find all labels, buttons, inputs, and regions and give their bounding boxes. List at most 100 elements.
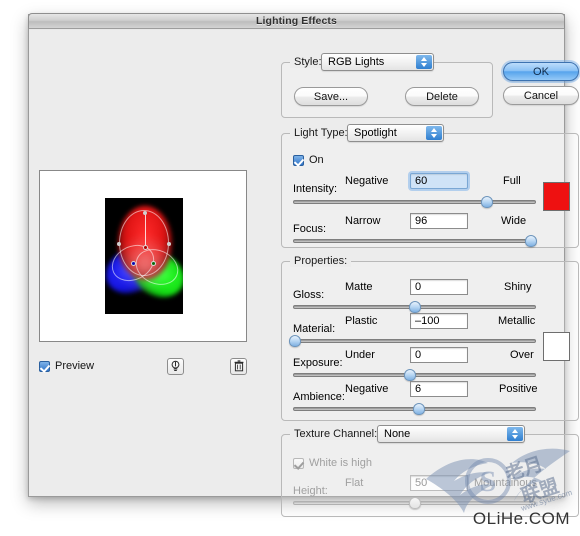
gloss-input[interactable]: 0 bbox=[410, 279, 468, 295]
dialog-title: Lighting Effects bbox=[256, 15, 337, 27]
light-on-row[interactable]: On bbox=[293, 154, 324, 166]
light-color-swatch[interactable] bbox=[543, 182, 570, 211]
chevron-updown-icon bbox=[416, 55, 432, 69]
exposure-min-label: Under bbox=[345, 349, 375, 361]
cancel-button-label: Cancel bbox=[523, 89, 559, 102]
material-slider-track bbox=[293, 339, 536, 343]
focus-label: Focus: bbox=[293, 223, 327, 235]
preview-checkbox-label: Preview bbox=[55, 360, 95, 372]
ok-button[interactable]: OK bbox=[503, 62, 579, 81]
light-type-group-legend: Light Type: bbox=[290, 127, 352, 139]
focus-value: 96 bbox=[415, 215, 428, 227]
save-style-label: Save... bbox=[313, 90, 349, 103]
green-light-handle[interactable] bbox=[151, 261, 156, 266]
trash-icon bbox=[234, 360, 243, 372]
white-is-high-row[interactable]: White is high bbox=[293, 457, 372, 469]
properties-group: Properties: Gloss: Matte 0 Shiny Materia… bbox=[281, 255, 579, 421]
gloss-slider[interactable] bbox=[293, 301, 536, 313]
intensity-slider-track bbox=[293, 200, 536, 204]
focus-min-label: Narrow bbox=[345, 215, 381, 227]
intensity-label: Intensity: bbox=[293, 183, 338, 195]
material-max-label: Metallic bbox=[498, 315, 536, 327]
height-input[interactable]: 50 bbox=[410, 475, 468, 491]
preview-frame[interactable] bbox=[39, 170, 247, 342]
height-value: 50 bbox=[415, 477, 428, 489]
exposure-label: Exposure: bbox=[293, 357, 343, 369]
red-light-direction-nub[interactable] bbox=[143, 211, 147, 215]
focus-slider-thumb[interactable] bbox=[525, 235, 538, 247]
material-color-swatch[interactable] bbox=[543, 332, 570, 361]
focus-slider[interactable] bbox=[293, 235, 538, 247]
ambience-slider[interactable] bbox=[293, 403, 536, 415]
exposure-value: 0 bbox=[415, 349, 422, 361]
red-ellipse-left-nub[interactable] bbox=[117, 242, 121, 246]
height-slider[interactable] bbox=[293, 497, 536, 509]
intensity-slider[interactable] bbox=[293, 196, 536, 208]
intensity-max-label: Full bbox=[503, 175, 521, 187]
properties-group-legend: Properties: bbox=[290, 255, 352, 267]
light-on-checkbox[interactable] bbox=[293, 154, 304, 166]
preview-controls-row: Preview bbox=[39, 357, 247, 375]
lighting-effects-dialog: Lighting Effects Preview OK Cancel Style… bbox=[28, 13, 579, 517]
height-max-label: Mountainous bbox=[474, 477, 537, 489]
ambience-input[interactable]: 6 bbox=[410, 381, 468, 397]
dialog-body: Preview OK Cancel Style: RGB Lights Save… bbox=[29, 30, 579, 517]
gloss-max-label: Shiny bbox=[504, 281, 532, 293]
style-select[interactable]: RGB Lights bbox=[321, 53, 434, 71]
light-bulb-icon bbox=[171, 360, 179, 371]
chevron-updown-icon bbox=[507, 427, 523, 441]
material-value: –100 bbox=[415, 315, 440, 327]
focus-slider-track bbox=[293, 239, 536, 243]
exposure-slider-thumb[interactable] bbox=[403, 369, 416, 381]
save-style-button[interactable]: Save... bbox=[294, 87, 368, 106]
exposure-input[interactable]: 0 bbox=[410, 347, 468, 363]
texture-channel-select[interactable]: None bbox=[377, 425, 525, 443]
intensity-value: 60 bbox=[415, 175, 428, 187]
gloss-value: 0 bbox=[415, 281, 422, 293]
dialog-titlebar[interactable]: Lighting Effects bbox=[28, 13, 565, 29]
white-is-high-label: White is high bbox=[309, 457, 372, 469]
new-light-button[interactable] bbox=[166, 357, 184, 375]
intensity-slider-thumb[interactable] bbox=[481, 196, 494, 208]
light-type-select[interactable]: Spotlight bbox=[347, 124, 444, 142]
controls-pane: OK Cancel Style: RGB Lights Save... Dele… bbox=[275, 30, 579, 517]
intensity-input[interactable]: 60 bbox=[410, 173, 468, 189]
material-slider-thumb[interactable] bbox=[289, 335, 302, 347]
red-light-handle[interactable] bbox=[143, 245, 148, 250]
red-ellipse-right-nub[interactable] bbox=[167, 242, 171, 246]
preview-checkbox-row[interactable]: Preview bbox=[39, 360, 94, 372]
ambience-label: Ambience: bbox=[293, 391, 345, 403]
preview-checkbox[interactable] bbox=[39, 360, 50, 372]
red-light-direction-line[interactable] bbox=[145, 214, 146, 247]
texture-channel-group-legend: Texture Channel: bbox=[290, 428, 382, 440]
material-slider[interactable] bbox=[289, 335, 536, 347]
exposure-slider[interactable] bbox=[293, 369, 536, 381]
white-is-high-checkbox[interactable] bbox=[293, 457, 304, 469]
light-on-label: On bbox=[309, 154, 324, 166]
blue-light-handle[interactable] bbox=[131, 261, 136, 266]
preview-pane: Preview bbox=[29, 30, 275, 496]
height-slider-thumb[interactable] bbox=[408, 497, 421, 509]
texture-channel-select-value: None bbox=[384, 428, 411, 440]
ambience-value: 6 bbox=[415, 383, 422, 395]
delete-light-button[interactable] bbox=[230, 357, 247, 375]
ok-button-label: OK bbox=[533, 65, 549, 78]
light-type-group: Light Type: Spotlight On Intensity: Nega… bbox=[281, 124, 579, 248]
light-type-select-value: Spotlight bbox=[354, 127, 397, 139]
focus-max-label: Wide bbox=[501, 215, 527, 227]
cancel-button[interactable]: Cancel bbox=[503, 86, 579, 105]
material-min-label: Plastic bbox=[345, 315, 378, 327]
delete-style-label: Delete bbox=[426, 90, 458, 103]
chevron-updown-icon bbox=[426, 126, 442, 140]
gloss-label: Gloss: bbox=[293, 289, 325, 301]
delete-style-button[interactable]: Delete bbox=[405, 87, 479, 106]
material-input[interactable]: –100 bbox=[410, 313, 468, 329]
focus-input[interactable]: 96 bbox=[410, 213, 468, 229]
height-label: Height: bbox=[293, 485, 328, 497]
preview-canvas[interactable] bbox=[105, 198, 183, 314]
gloss-min-label: Matte bbox=[345, 281, 373, 293]
ambience-slider-thumb[interactable] bbox=[413, 403, 426, 415]
material-label: Material: bbox=[293, 323, 336, 335]
gloss-slider-thumb[interactable] bbox=[408, 301, 421, 313]
style-select-value: RGB Lights bbox=[328, 56, 385, 68]
